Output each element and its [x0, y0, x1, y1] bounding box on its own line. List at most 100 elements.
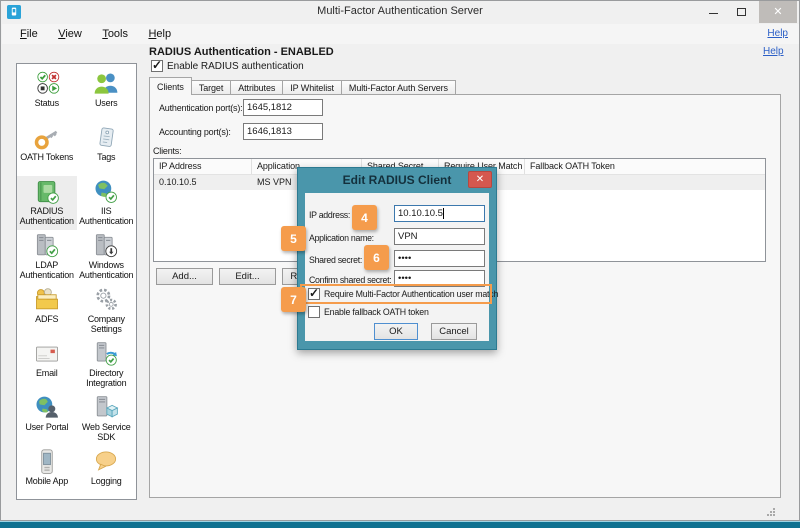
sidebar-item-oath-tokens[interactable]: OATH Tokens — [17, 122, 77, 176]
tab-target[interactable]: Target — [192, 80, 231, 95]
close-button[interactable]: ✕ — [759, 1, 797, 23]
web-service-sdk-icon — [91, 394, 121, 422]
page-title: RADIUS Authentication - ENABLED — [149, 46, 334, 58]
shared-secret-value: •••• — [398, 253, 411, 264]
sidebar-item-web-service-sdk[interactable]: Web Service SDK — [77, 392, 137, 446]
sidebar-item-label: Directory Integration — [77, 369, 137, 389]
sidebar-item-ldap-authentication[interactable]: LDAP Authentication — [17, 230, 77, 284]
menubar: File View Tools Help — [2, 24, 799, 44]
ip-address-value: 10.10.10.5 — [398, 208, 443, 219]
status-icon — [32, 70, 62, 98]
add-button[interactable]: Add... — [156, 268, 213, 285]
confirm-shared-secret-value: •••• — [398, 273, 411, 284]
enable-fallback-oath-checkbox[interactable]: Enable fallback OATH token — [308, 306, 429, 318]
menu-file[interactable]: File — [12, 25, 46, 40]
menu-help[interactable]: Help — [140, 25, 179, 40]
close-icon: ✕ — [773, 7, 782, 18]
sidebar-item-status[interactable]: Status — [17, 68, 77, 122]
sidebar: Status Users OATH Tokens — [16, 63, 137, 500]
bottom-accent-bar — [0, 521, 800, 528]
sidebar-item-directory-integration[interactable]: Directory Integration — [77, 338, 137, 392]
sidebar-item-label: Web Service SDK — [77, 423, 137, 443]
sidebar-item-adfs[interactable]: ADFS — [17, 284, 77, 338]
cancel-button[interactable]: Cancel — [431, 323, 477, 340]
windows-authentication-icon — [91, 232, 121, 260]
menu-tools[interactable]: Tools — [94, 25, 136, 40]
confirm-shared-secret-label: Confirm shared secret: — [309, 275, 391, 285]
tab-attributes[interactable]: Attributes — [231, 80, 283, 95]
callout-step-5: 5 — [281, 226, 306, 251]
column-header-fallback-oath-token[interactable]: Fallback OATH Token — [525, 159, 765, 174]
maximize-button[interactable] — [727, 1, 755, 23]
company-settings-icon — [91, 286, 121, 314]
ldap-authentication-icon — [32, 232, 62, 260]
sidebar-item-label: OATH Tokens — [20, 153, 73, 163]
main-help-link[interactable]: Help — [763, 46, 784, 57]
sidebar-item-windows-authentication[interactable]: Windows Authentication — [77, 230, 137, 284]
minimize-icon — [709, 11, 718, 14]
application-name-label: Application name: — [309, 233, 374, 243]
minimize-button[interactable] — [699, 1, 727, 23]
application-name-input[interactable]: VPN — [394, 228, 485, 245]
oath-tokens-icon — [32, 124, 62, 152]
window-title: Multi-Factor Authentication Server — [1, 5, 799, 17]
sidebar-item-radius-authentication[interactable]: RADIUS Authentication — [17, 176, 77, 230]
tags-icon — [91, 124, 121, 152]
shared-secret-label: Shared secret: — [309, 255, 362, 265]
confirm-shared-secret-input[interactable]: •••• — [394, 270, 485, 287]
resize-grip[interactable] — [765, 504, 776, 522]
sidebar-item-label: Windows Authentication — [77, 261, 137, 281]
sidebar-item-company-settings[interactable]: Company Settings — [77, 284, 137, 338]
close-icon: ✕ — [476, 174, 484, 185]
sidebar-item-mobile-app[interactable]: Mobile App — [17, 446, 77, 500]
sidebar-item-email[interactable]: Email — [17, 338, 77, 392]
callout-step-6: 6 — [364, 245, 389, 270]
adfs-icon — [32, 286, 62, 314]
email-icon — [32, 340, 62, 368]
enable-radius-checkbox[interactable]: Enable RADIUS authentication — [151, 60, 304, 72]
maximize-icon — [737, 8, 746, 16]
radius-authentication-icon — [32, 178, 62, 206]
mobile-app-icon — [32, 448, 62, 476]
accounting-ports-label: Accounting port(s): — [159, 127, 231, 137]
authentication-ports-input[interactable]: 1645,1812 — [243, 99, 323, 116]
ip-address-label: IP address: — [309, 210, 350, 220]
ip-address-input[interactable]: 10.10.10.5 — [394, 205, 485, 222]
sidebar-item-user-portal[interactable]: User Portal — [17, 392, 77, 446]
require-user-match-checkbox[interactable]: Require Multi-Factor Authentication user… — [308, 288, 498, 300]
sidebar-item-iis-authentication[interactable]: IIS Authentication — [77, 176, 137, 230]
tabstrip: Clients Target Attributes IP Whitelist M… — [149, 78, 456, 95]
sidebar-item-label: IIS Authentication — [77, 207, 137, 227]
iis-authentication-icon — [91, 178, 121, 206]
column-header-ip-address[interactable]: IP Address — [154, 159, 252, 174]
titlebar: Multi-Factor Authentication Server ✕ — [1, 1, 799, 23]
sidebar-item-label: Tags — [97, 153, 115, 163]
menu-view[interactable]: View — [50, 25, 90, 40]
authentication-ports-value: 1645,1812 — [247, 102, 292, 113]
sidebar-item-users[interactable]: Users — [77, 68, 137, 122]
tab-clients[interactable]: Clients — [149, 77, 192, 95]
sidebar-item-label: Email — [36, 369, 58, 379]
checkbox-checked-icon — [308, 288, 320, 300]
checkbox-unchecked-icon — [308, 306, 320, 318]
sidebar-item-tags[interactable]: Tags — [77, 122, 137, 176]
text-caret — [443, 208, 444, 219]
edit-button[interactable]: Edit... — [219, 268, 276, 285]
sidebar-item-label: LDAP Authentication — [17, 261, 77, 281]
enable-radius-label: Enable RADIUS authentication — [167, 61, 304, 72]
accounting-ports-input[interactable]: 1646,1813 — [243, 123, 323, 140]
dialog-help-link[interactable]: Help — [767, 28, 788, 39]
tab-multi-factor-auth-servers[interactable]: Multi-Factor Auth Servers — [342, 80, 456, 95]
shared-secret-input[interactable]: •••• — [394, 250, 485, 267]
tab-ip-whitelist[interactable]: IP Whitelist — [283, 80, 342, 95]
sidebar-item-label: Mobile App — [25, 477, 68, 487]
require-user-match-label: Require Multi-Factor Authentication user… — [324, 289, 498, 299]
ok-button[interactable]: OK — [374, 323, 418, 340]
sidebar-item-label: ADFS — [35, 315, 58, 325]
sidebar-item-logging[interactable]: Logging — [77, 446, 137, 500]
directory-integration-icon — [91, 340, 121, 368]
enable-fallback-oath-label: Enable fallback OATH token — [324, 307, 429, 317]
callout-step-7: 7 — [281, 287, 306, 312]
sidebar-item-label: Status — [35, 99, 59, 109]
dialog-close-button[interactable]: ✕ — [468, 171, 492, 188]
